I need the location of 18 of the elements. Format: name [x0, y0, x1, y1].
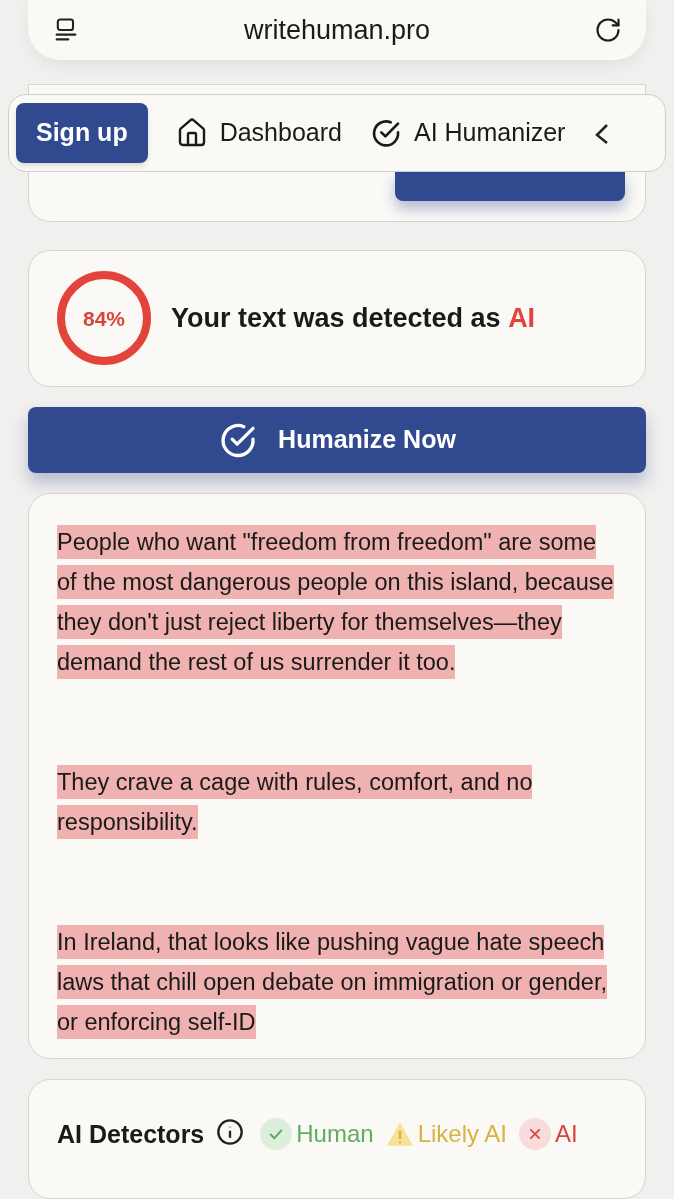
- url-text[interactable]: writehuman.pro: [243, 9, 431, 51]
- scan-button[interactable]: [395, 170, 625, 201]
- result-message: Your text was detected as AI: [171, 302, 536, 336]
- highlighted-paragraph: People who want "freedom from freedom" are some of the most dangerous people on this island, because they don't just reject liberty for themselves—they demand the rest of us surrender it too.: [57, 522, 617, 682]
- warning-icon: [385, 1120, 414, 1148]
- signup-button[interactable]: Sign up: [16, 102, 148, 163]
- check-icon: [260, 1118, 293, 1150]
- humanize-button[interactable]: Humanize Now: [28, 406, 646, 473]
- score-ring: 84%: [57, 271, 151, 366]
- info-icon[interactable]: [216, 1118, 245, 1146]
- legend-label: Human: [296, 1119, 374, 1149]
- legend-label: AI: [555, 1119, 578, 1149]
- detectors-title: AI Detectors: [57, 1119, 205, 1150]
- close-icon: [519, 1118, 552, 1150]
- nav-link[interactable]: Dashboard: [175, 114, 342, 152]
- legend-label: Likely AI: [417, 1119, 508, 1149]
- reload-icon[interactable]: [594, 15, 622, 44]
- nav-link[interactable]: AI Humanizer: [369, 114, 566, 152]
